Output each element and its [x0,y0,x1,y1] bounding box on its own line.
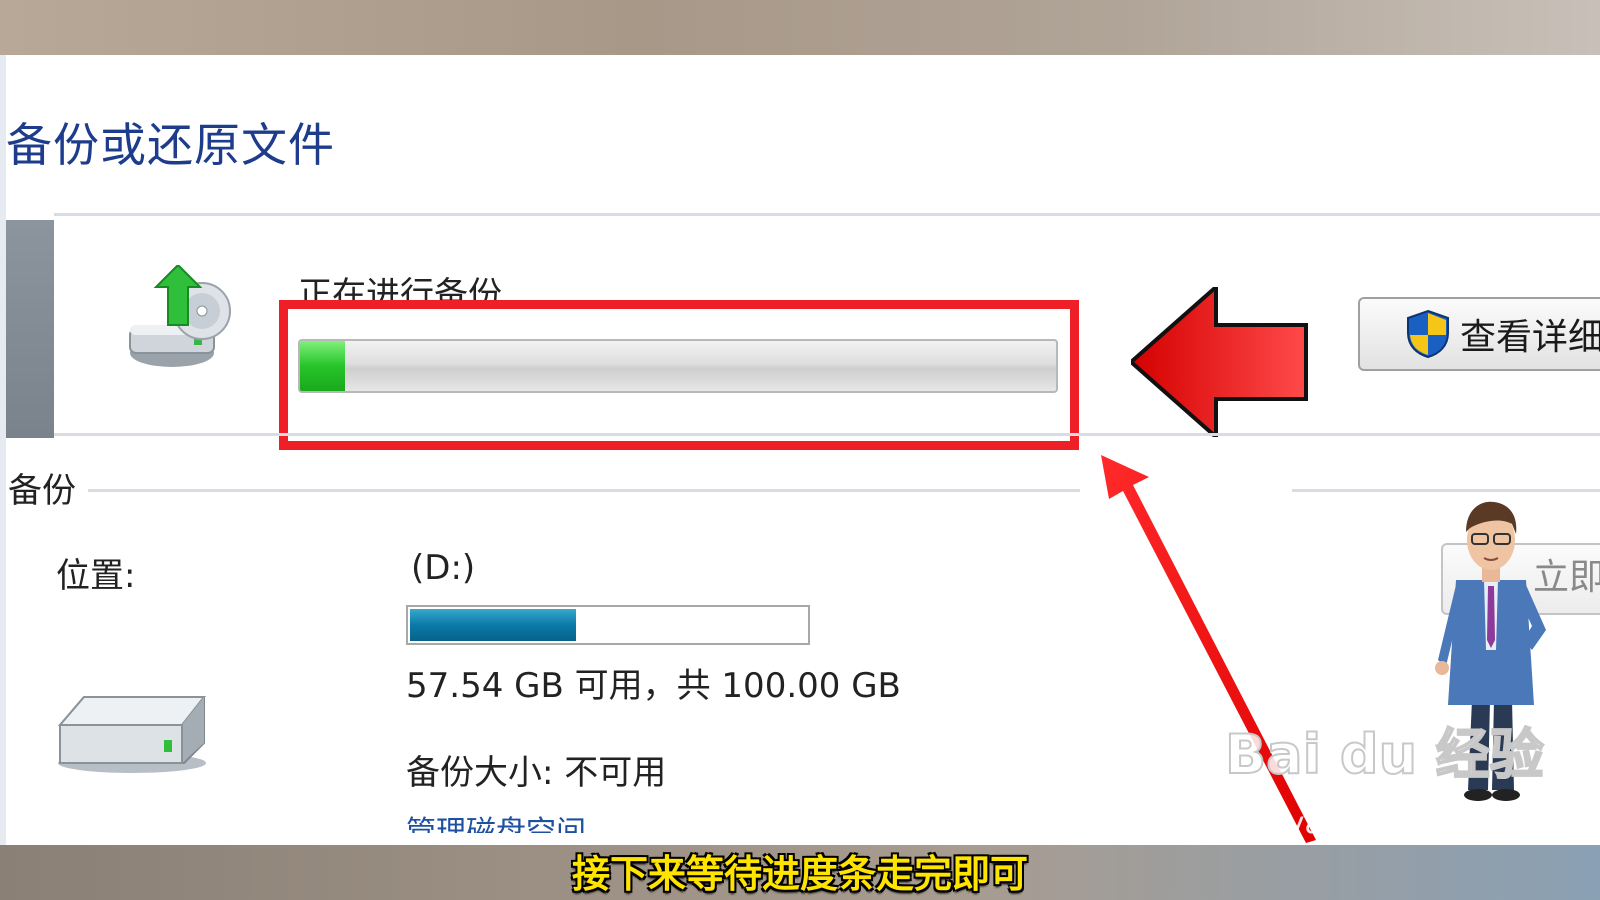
backup-size-label: 备份大小: 不可用 [406,753,667,793]
baidu-watermark-logo: Bai du 经验 [1224,722,1545,787]
title-divider [54,213,1600,216]
status-divider [54,433,1600,436]
section-divider-left [88,489,1080,492]
page-title: 备份或还原文件 [6,118,335,172]
red-highlight-box [279,300,1079,450]
drive-usage-fill [410,609,576,641]
manage-disk-space-link[interactable]: 管理磁盘空间 [406,807,586,833]
uac-shield-icon [1407,309,1449,359]
backup-section-heading: 备份 [8,471,76,511]
drive-space-info: 57.54 GB 可用，共 100.00 GB [406,666,901,706]
backup-restore-icon [129,265,231,367]
video-subtitle: 接下来等待进度条走完即可 [571,852,1028,896]
view-details-button[interactable]: 查看详细 [1358,297,1600,371]
baidu-watermark-url: jingyan.baidu.com [1232,806,1509,841]
location-label: 位置: [56,556,136,596]
view-details-label: 查看详细 [1460,317,1600,358]
red-arrow-icon [1131,287,1308,437]
drive-usage-bar [406,605,810,645]
hard-drive-icon [57,696,207,773]
drive-letter: (D:) [411,548,476,588]
panel-side-strip [6,220,54,438]
